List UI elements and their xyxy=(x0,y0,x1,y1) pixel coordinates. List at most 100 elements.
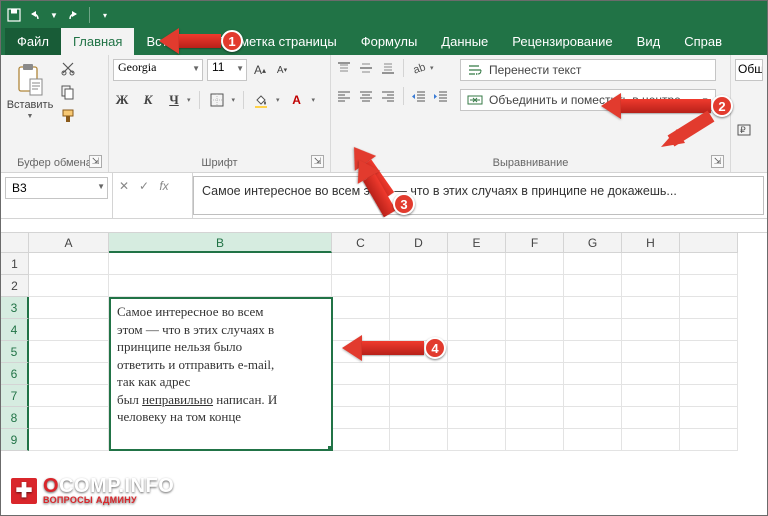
cell[interactable] xyxy=(564,253,622,275)
name-box[interactable]: B3 ▼ xyxy=(5,177,108,199)
cell[interactable] xyxy=(390,275,448,297)
align-center-icon[interactable] xyxy=(357,87,375,105)
row-header[interactable]: 6 xyxy=(1,363,29,385)
cell[interactable] xyxy=(506,297,564,319)
increase-indent-icon[interactable] xyxy=(432,87,450,105)
italic-icon[interactable]: К xyxy=(139,91,157,109)
cell[interactable] xyxy=(564,363,622,385)
cell[interactable] xyxy=(564,341,622,363)
cell[interactable] xyxy=(680,407,738,429)
cell[interactable] xyxy=(332,429,390,451)
tab-formulas[interactable]: Формулы xyxy=(349,28,430,55)
cell[interactable] xyxy=(332,363,390,385)
chevron-down-icon[interactable]: ▾ xyxy=(187,96,191,104)
cell[interactable] xyxy=(390,429,448,451)
cell[interactable] xyxy=(390,341,448,363)
cell[interactable] xyxy=(448,407,506,429)
row-header[interactable]: 4 xyxy=(1,319,29,341)
col-header[interactable]: G xyxy=(564,233,622,253)
enter-icon[interactable]: ✓ xyxy=(135,177,153,195)
cell[interactable] xyxy=(29,275,109,297)
col-header[interactable] xyxy=(680,233,738,253)
select-all-corner[interactable] xyxy=(1,233,29,253)
cell[interactable] xyxy=(622,363,680,385)
wrap-text-button[interactable]: Перенести текст xyxy=(460,59,716,81)
undo-icon[interactable] xyxy=(27,8,41,22)
cell[interactable] xyxy=(29,385,109,407)
cell[interactable] xyxy=(332,297,390,319)
dialog-launcher-icon[interactable]: ⇲ xyxy=(311,155,324,168)
cell[interactable] xyxy=(390,253,448,275)
cell[interactable] xyxy=(506,319,564,341)
chevron-down-icon[interactable]: ▾ xyxy=(232,96,236,104)
row-header[interactable]: 1 xyxy=(1,253,29,275)
worksheet[interactable]: A B C D E F G H 1 2 3 4 5 6 7 8 9 xyxy=(1,233,767,451)
cell[interactable] xyxy=(564,319,622,341)
cell[interactable] xyxy=(332,385,390,407)
cell[interactable] xyxy=(622,275,680,297)
cell[interactable] xyxy=(332,319,390,341)
cell[interactable] xyxy=(448,363,506,385)
cell[interactable] xyxy=(680,297,738,319)
cell[interactable] xyxy=(564,297,622,319)
tab-page-layout[interactable]: Разметка страницы xyxy=(207,28,349,55)
row-header[interactable]: 2 xyxy=(1,275,29,297)
font-color-icon[interactable]: А xyxy=(288,91,306,109)
col-header[interactable]: E xyxy=(448,233,506,253)
row-header[interactable]: 5 xyxy=(1,341,29,363)
cell[interactable] xyxy=(390,363,448,385)
cell[interactable] xyxy=(448,385,506,407)
cell[interactable] xyxy=(680,253,738,275)
cell[interactable] xyxy=(564,407,622,429)
cell[interactable] xyxy=(622,385,680,407)
tab-view[interactable]: Вид xyxy=(625,28,673,55)
align-top-icon[interactable] xyxy=(335,59,353,77)
cell[interactable] xyxy=(506,385,564,407)
cell[interactable] xyxy=(680,363,738,385)
col-header[interactable]: D xyxy=(390,233,448,253)
cell[interactable] xyxy=(390,319,448,341)
tab-file[interactable]: Файл xyxy=(5,28,61,55)
cell[interactable] xyxy=(109,275,332,297)
cell[interactable] xyxy=(390,385,448,407)
merge-center-button[interactable]: Объединить и поместить в центре ▼ xyxy=(460,89,716,111)
cell[interactable] xyxy=(332,407,390,429)
paste-button[interactable]: Вставить ▼ xyxy=(5,59,55,122)
col-header[interactable]: H xyxy=(622,233,680,253)
cell[interactable] xyxy=(448,275,506,297)
cell[interactable] xyxy=(448,253,506,275)
cell[interactable] xyxy=(680,385,738,407)
cut-icon[interactable] xyxy=(59,59,77,77)
cell[interactable] xyxy=(506,253,564,275)
col-header[interactable]: C xyxy=(332,233,390,253)
cell[interactable] xyxy=(29,363,109,385)
cell[interactable] xyxy=(680,319,738,341)
underline-icon[interactable]: Ч xyxy=(165,91,183,109)
col-header[interactable]: B xyxy=(109,233,332,253)
cell[interactable] xyxy=(332,341,390,363)
save-icon[interactable] xyxy=(7,8,21,22)
cell[interactable] xyxy=(29,341,109,363)
accounting-format-icon[interactable]: ₽ xyxy=(735,121,753,139)
font-name-combo[interactable]: Georgia▼ xyxy=(113,59,203,81)
decrease-indent-icon[interactable] xyxy=(410,87,428,105)
chevron-down-icon[interactable]: ▾ xyxy=(430,64,434,72)
fill-color-icon[interactable] xyxy=(252,91,270,109)
cell[interactable] xyxy=(448,429,506,451)
formula-text[interactable]: Самое интересное во всем этом — что в эт… xyxy=(193,176,764,215)
cell[interactable] xyxy=(506,429,564,451)
cell[interactable] xyxy=(332,253,390,275)
cell[interactable] xyxy=(448,297,506,319)
chevron-down-icon[interactable]: ▼ xyxy=(47,8,61,22)
fx-icon[interactable]: fx xyxy=(155,177,173,195)
tab-help[interactable]: Справ xyxy=(672,28,734,55)
tab-home[interactable]: Главная xyxy=(61,28,134,55)
cell[interactable] xyxy=(448,319,506,341)
cell[interactable] xyxy=(332,275,390,297)
cell[interactable] xyxy=(390,407,448,429)
chevron-down-icon[interactable]: ▾ xyxy=(276,96,280,104)
orientation-icon[interactable]: ab xyxy=(410,59,428,77)
decrease-font-icon[interactable]: A▾ xyxy=(273,61,291,79)
merged-cell-b3-b9[interactable]: Самое интересное во всем этом — что в эт… xyxy=(109,297,333,451)
redo-icon[interactable] xyxy=(67,8,81,22)
